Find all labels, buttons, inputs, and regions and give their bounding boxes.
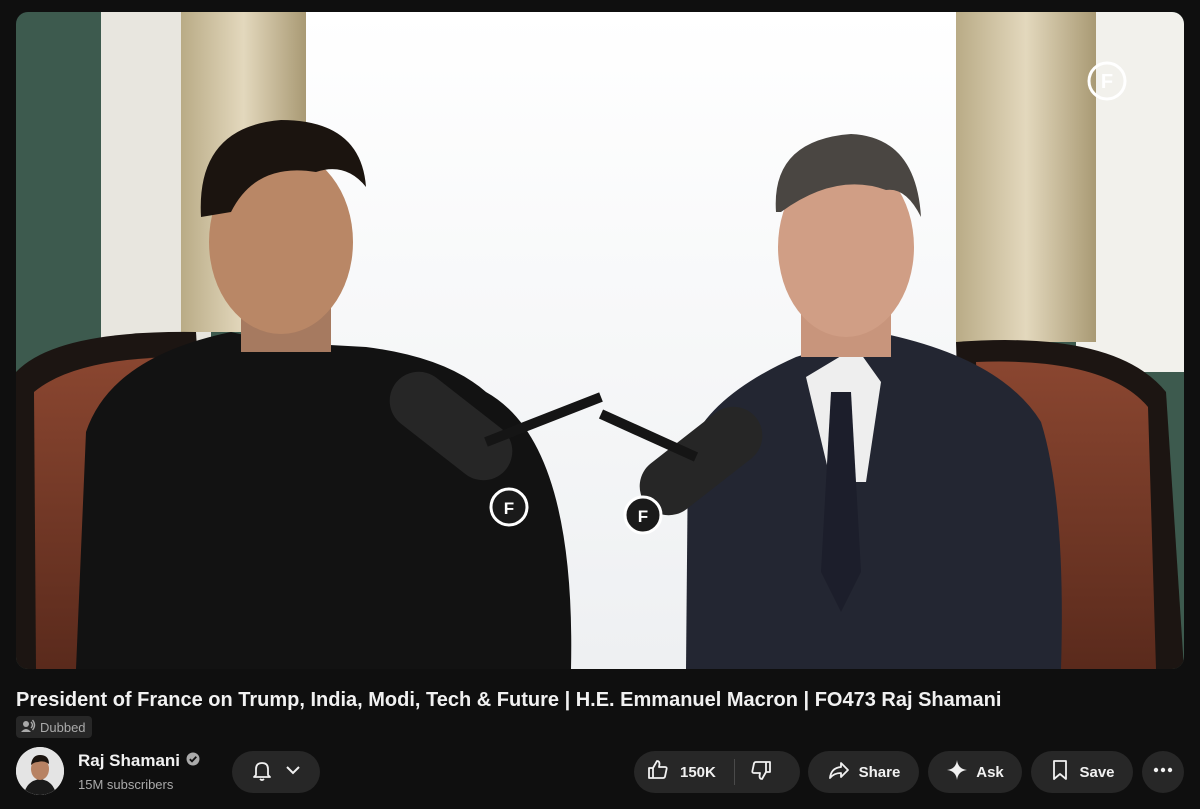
ask-label: Ask	[976, 763, 1004, 781]
dubbed-icon	[20, 718, 36, 737]
dubbed-label: Dubbed	[40, 719, 86, 735]
save-button[interactable]: Save	[1031, 751, 1133, 793]
bell-icon	[250, 758, 274, 786]
share-label: Share	[858, 763, 901, 781]
save-label: Save	[1079, 763, 1115, 781]
more-horizontal-icon	[1152, 759, 1174, 785]
channel-name-row[interactable]: Raj Shamani	[78, 751, 200, 771]
like-divider	[733, 759, 735, 785]
subscription-button[interactable]	[232, 751, 320, 793]
share-button[interactable]: Share	[808, 751, 919, 793]
svg-text:F: F	[504, 499, 514, 518]
dubbed-badge[interactable]: Dubbed	[16, 716, 92, 738]
svg-text:F: F	[638, 507, 648, 526]
more-actions-button[interactable]	[1142, 751, 1184, 793]
watermark-letter: F	[1101, 71, 1113, 93]
bookmark-icon	[1049, 759, 1071, 785]
share-icon	[827, 758, 851, 786]
channel-avatar[interactable]	[16, 747, 64, 795]
ask-button[interactable]: Ask	[928, 751, 1022, 793]
thumbs-up-icon	[646, 758, 670, 786]
dislike-button[interactable]	[749, 758, 773, 786]
subscriber-count: 15M subscribers	[78, 777, 174, 792]
like-button[interactable]: 150K	[646, 758, 734, 786]
like-count: 150K	[680, 763, 716, 781]
channel-name[interactable]: Raj Shamani	[78, 751, 180, 771]
sparkle-icon	[946, 759, 968, 785]
video-player[interactable]: F F F	[16, 12, 1184, 669]
verified-check-icon	[186, 751, 200, 771]
video-frame: F F F	[16, 12, 1184, 669]
chevron-down-icon	[284, 761, 302, 783]
video-title: President of France on Trump, India, Mod…	[16, 689, 1002, 711]
thumbs-down-icon	[749, 761, 773, 786]
like-dislike-group: 150K	[634, 751, 800, 793]
